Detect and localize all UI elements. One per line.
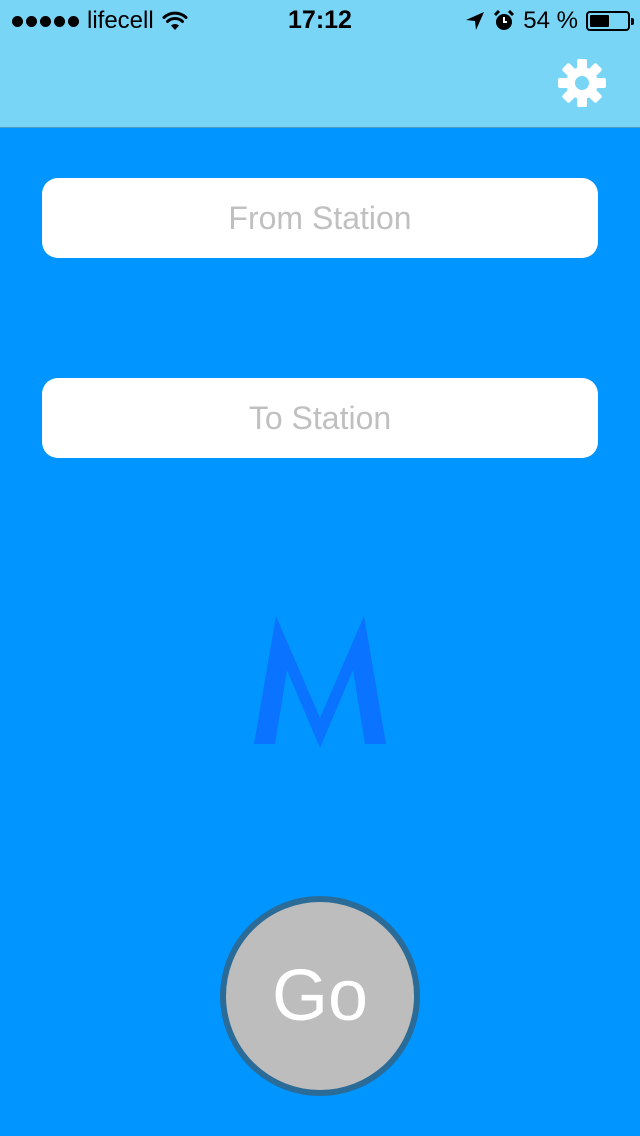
location-arrow-icon <box>466 12 485 30</box>
top-bar: lifecell 17:12 54 % <box>0 0 640 128</box>
alarm-clock-icon <box>494 10 515 30</box>
from-station-input[interactable] <box>42 178 598 258</box>
to-station-input[interactable] <box>42 378 598 458</box>
battery-percentage: 54 % <box>523 7 578 34</box>
go-button[interactable]: Go <box>220 896 420 1096</box>
battery-icon <box>586 11 634 31</box>
status-bar: lifecell 17:12 54 % <box>0 0 640 40</box>
go-button-label: Go <box>271 956 369 1036</box>
gear-icon[interactable] <box>556 57 608 109</box>
status-right: 54 % <box>465 7 634 35</box>
battery-fill <box>590 15 609 27</box>
metro-logo-icon <box>254 616 386 748</box>
